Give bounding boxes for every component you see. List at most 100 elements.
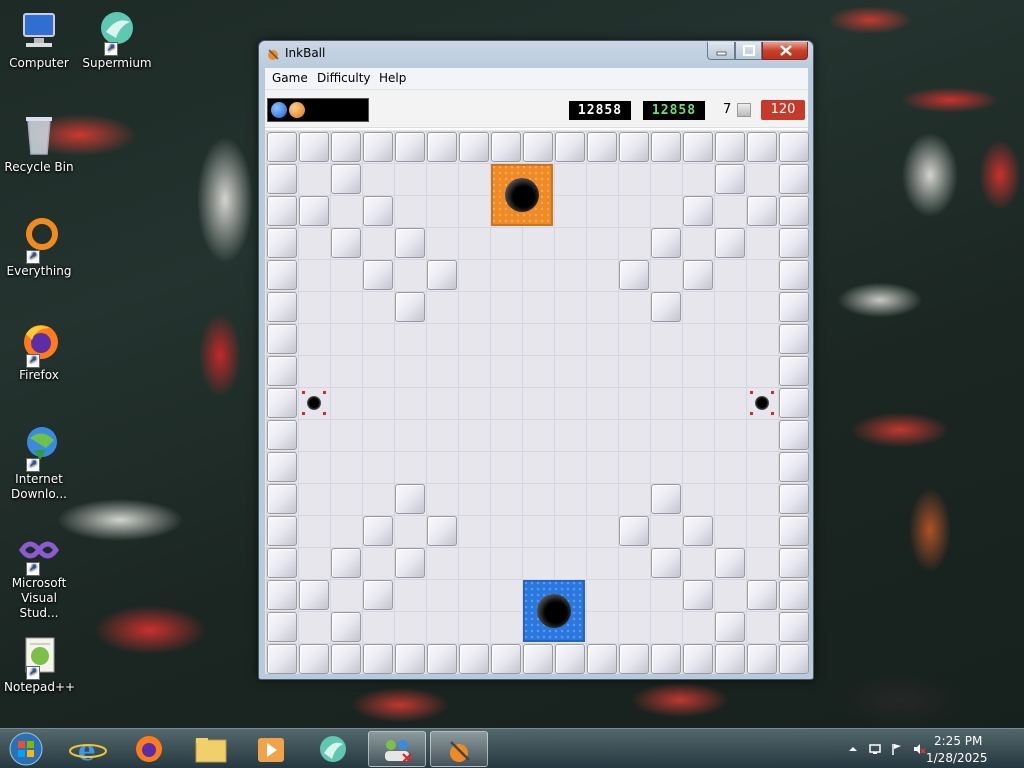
desktop-icon-label: Notepad++ [4, 680, 76, 694]
wall-block [715, 548, 745, 578]
taskbar: e 2:25 PM 1/28/2025 [0, 728, 1024, 768]
wall-block [779, 260, 809, 290]
wall-block [491, 132, 521, 162]
status-bar: 12858 12858 7 120 [265, 90, 808, 128]
wall-block [619, 516, 649, 546]
wall-block [779, 132, 809, 162]
wall-block [427, 644, 457, 674]
ball-queue [267, 98, 369, 122]
maximize-icon [743, 45, 755, 56]
internet-explorer-icon: e [69, 734, 107, 767]
clock-time[interactable]: 2:25 PM [934, 734, 982, 748]
desktop-icon-supermium[interactable]: ↗ Supermium [82, 8, 152, 71]
wall-block [331, 548, 361, 578]
wall-block [267, 132, 297, 162]
desktop-icon-computer[interactable]: Computer [4, 8, 74, 71]
shortcut-arrow-icon: ↗ [26, 666, 40, 680]
queued-ball-orange [289, 102, 305, 118]
spawner-marker-dot [750, 391, 753, 394]
show-hidden-icons-icon[interactable] [846, 742, 860, 756]
wall-block [331, 612, 361, 642]
taskbar-network-app[interactable] [368, 731, 426, 767]
high-score-display: 12858 [643, 101, 705, 120]
taskbar-internet-explorer[interactable]: e [62, 731, 116, 767]
recycle-bin-icon [16, 112, 62, 158]
wall-block [267, 548, 297, 578]
wall-block [363, 644, 393, 674]
hole-icon [505, 178, 539, 212]
wall-block [363, 580, 393, 610]
desktop-icon-internet-download-manager[interactable]: ↗ Internet Downlo... [4, 424, 74, 502]
title-bar[interactable]: InkBall [259, 41, 813, 67]
volume-muted-icon[interactable] [912, 742, 926, 756]
wall-block [299, 196, 329, 226]
desktop-icon-label: Microsoft Visual Stud... [11, 576, 67, 620]
wall-block [267, 356, 297, 386]
window-title: InkBall [285, 46, 326, 60]
hole-icon [537, 594, 571, 628]
close-icon [780, 45, 792, 56]
clock-date[interactable]: 1/28/2025 [926, 751, 988, 765]
wall-block [395, 644, 425, 674]
visual-studio-icon: ↗ [16, 528, 62, 576]
desktop-icon-everything[interactable]: ↗ Everything [4, 216, 74, 279]
wall-block [651, 132, 681, 162]
wall-block [299, 132, 329, 162]
wall-block [267, 644, 297, 674]
desktop-icon-recycle-bin[interactable]: Recycle Bin [4, 112, 74, 175]
maximize-button[interactable] [735, 42, 762, 60]
wall-block [427, 260, 457, 290]
menu-difficulty[interactable]: Difficulty [317, 71, 371, 85]
wall-block [683, 580, 713, 610]
wall-block [523, 132, 553, 162]
desktop-icon-label: Supermium [82, 56, 152, 70]
wall-block [715, 228, 745, 258]
spawner-marker-dot [771, 391, 774, 394]
wall-block [715, 612, 745, 642]
blue-goal-hole [523, 580, 585, 642]
desktop-icon-visual-studio[interactable]: ↗ Microsoft Visual Stud... [4, 528, 74, 621]
taskbar-inkball[interactable] [430, 731, 488, 767]
wall-block [363, 260, 393, 290]
taskbar-supermium[interactable] [306, 731, 360, 767]
ball-spawner-hole [747, 388, 777, 418]
wall-block [683, 516, 713, 546]
action-center-flag-icon[interactable] [890, 742, 904, 756]
wall-block [267, 516, 297, 546]
desktop-icon-label: Everything [6, 264, 72, 278]
timer-display: 120 [761, 100, 805, 120]
wall-block [779, 612, 809, 642]
close-button[interactable] [762, 42, 808, 60]
wall-block [779, 484, 809, 514]
lives-icon [737, 103, 751, 117]
menu-game[interactable]: Game [272, 71, 308, 85]
wall-block [331, 164, 361, 194]
desktop-icon-notepad-plus-plus[interactable]: ↗ Notepad++ [4, 632, 76, 695]
wall-block [651, 484, 681, 514]
minimize-button[interactable] [707, 42, 735, 60]
wall-block [395, 484, 425, 514]
desktop-icon-firefox[interactable]: ↗ Firefox [4, 320, 74, 383]
network-tray-icon[interactable] [868, 742, 882, 756]
wall-block [651, 228, 681, 258]
desktop-icon-label: Recycle Bin [4, 160, 74, 174]
taskbar-file-explorer[interactable] [184, 731, 238, 767]
hole-icon [307, 396, 321, 410]
taskbar-media-player[interactable] [244, 731, 298, 767]
menu-help[interactable]: Help [379, 71, 406, 85]
inkball-icon [268, 49, 279, 60]
wall-block [683, 260, 713, 290]
taskbar-firefox[interactable] [122, 731, 176, 767]
start-button[interactable] [6, 731, 46, 767]
network-app-icon [385, 740, 412, 763]
wall-block [779, 228, 809, 258]
wall-block [619, 644, 649, 674]
wall-block [651, 292, 681, 322]
game-board[interactable] [265, 130, 809, 674]
inkball-icon [450, 741, 470, 762]
wall-block [331, 644, 361, 674]
inkball-window: InkBall Game Difficulty Help 12858 12858… [258, 40, 814, 680]
lives-count: 7 [723, 102, 732, 117]
wall-block [459, 132, 489, 162]
windows-logo-icon [9, 732, 43, 766]
